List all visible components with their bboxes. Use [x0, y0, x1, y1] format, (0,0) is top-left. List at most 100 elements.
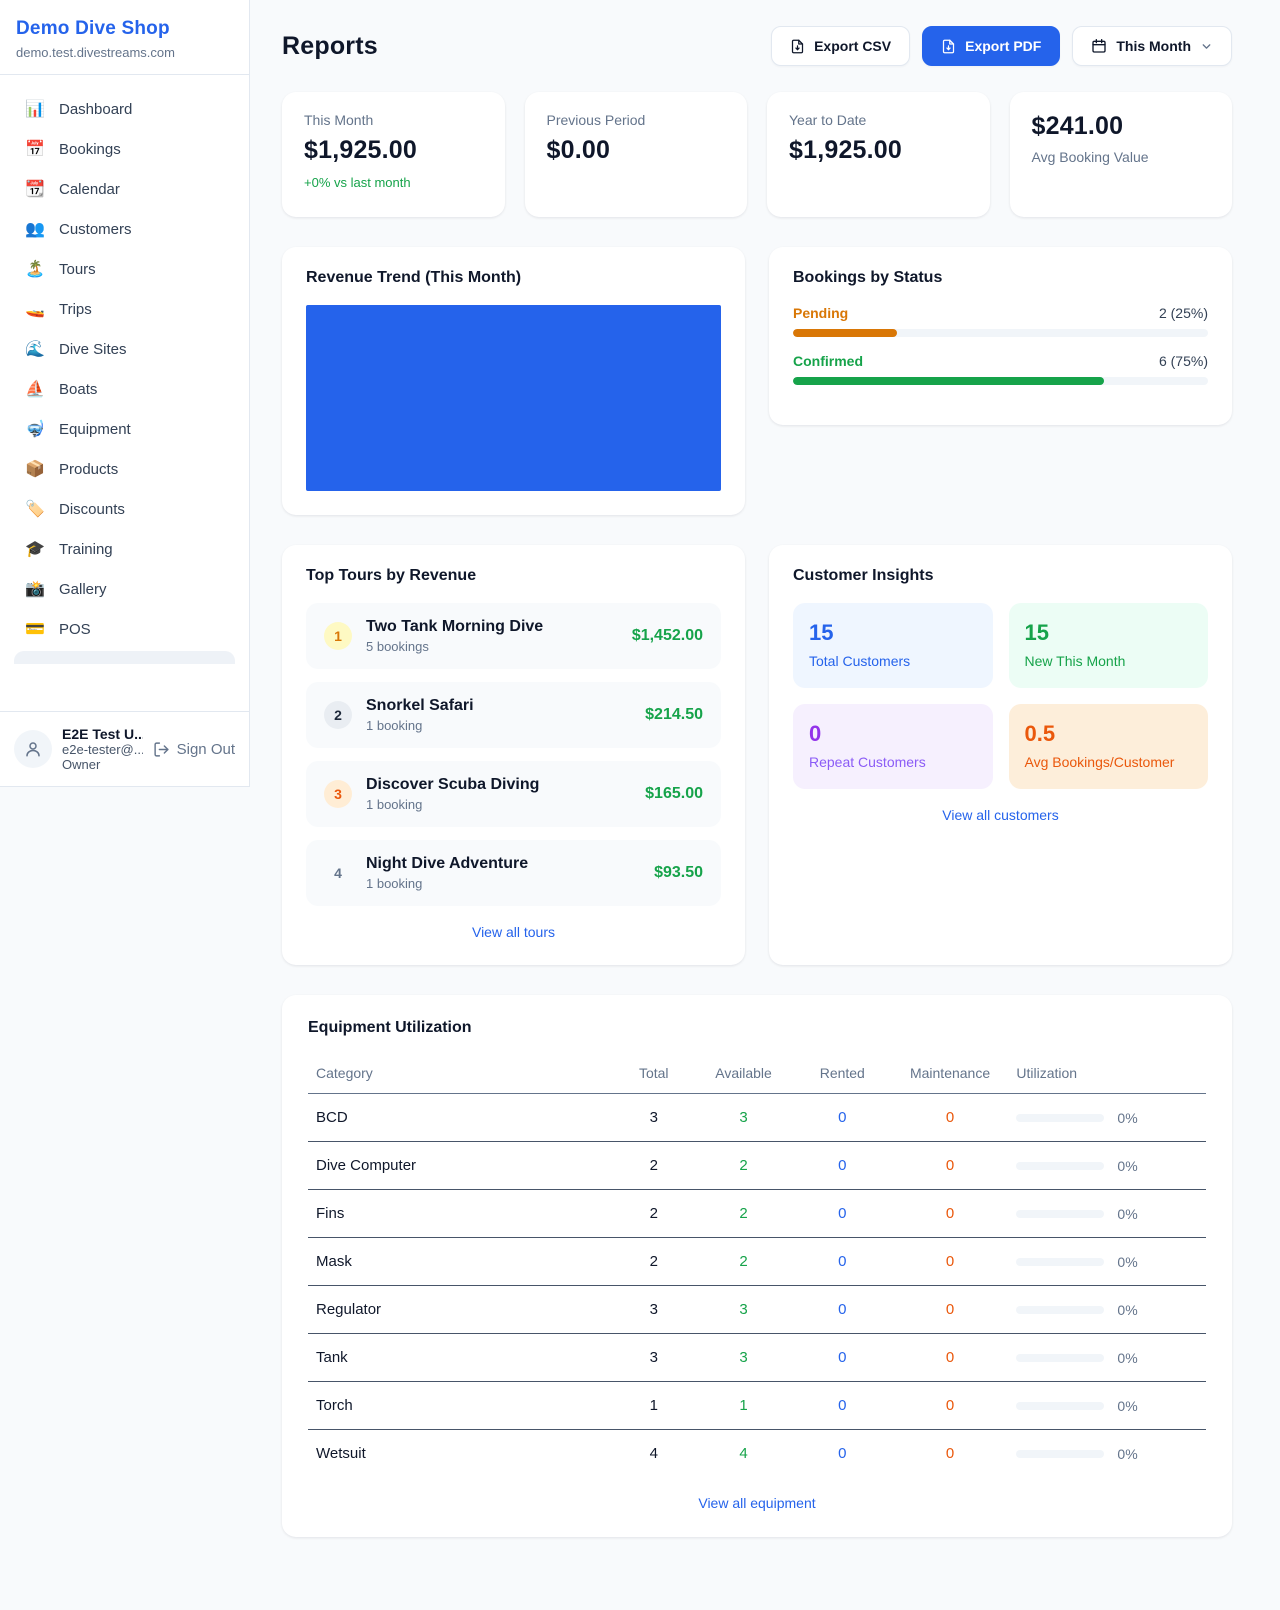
tour-amount: $214.50	[645, 706, 703, 724]
equipment-table: Category Total Available Rented Maintena…	[308, 1055, 1206, 1477]
col-header-available: Available	[694, 1055, 793, 1094]
tour-list-item: 3 Discover Scuba Diving 1 booking $165.0…	[306, 761, 721, 827]
bar-chart-icon: 📊	[24, 99, 46, 119]
user-avatar	[14, 730, 52, 768]
cell-total: 2	[613, 1142, 694, 1190]
sidebar-item-discounts[interactable]: 🏷️Discounts	[10, 489, 239, 529]
revenue-trend-title: Revenue Trend (This Month)	[306, 269, 721, 287]
view-all-tours-link[interactable]: View all tours	[306, 924, 721, 940]
cell-category: BCD	[308, 1094, 613, 1142]
cell-rented: 0	[793, 1382, 892, 1430]
sign-out-label: Sign Out	[177, 741, 235, 758]
insight-tile-repeat-customers: 0 Repeat Customers	[793, 704, 993, 789]
cell-maintenance: 0	[892, 1094, 1009, 1142]
sidebar-item-customers[interactable]: 👥Customers	[10, 209, 239, 249]
table-row: Wetsuit 4 4 0 0 0%	[308, 1430, 1206, 1478]
stat-label: Year to Date	[789, 112, 968, 128]
utilization-percent: 0%	[1117, 1302, 1137, 1318]
tour-bookings: 5 bookings	[366, 639, 543, 654]
sidebar-user-section: E2E Test U... e2e-tester@... Owner Sign …	[0, 711, 249, 786]
status-row-pending: Pending 2 (25%)	[793, 305, 1208, 337]
rank-badge: 3	[324, 780, 352, 808]
sidebar-item-dashboard[interactable]: 📊 Dashboard	[10, 89, 239, 129]
dive-mask-icon: 🤿	[24, 419, 46, 439]
utilization-percent: 0%	[1117, 1446, 1137, 1462]
status-label: Confirmed	[793, 353, 863, 369]
bookings-by-status-card: Bookings by Status Pending 2 (25%) Confi…	[769, 247, 1232, 425]
user-role: Owner	[62, 757, 143, 772]
sidebar-item-label: Dashboard	[59, 101, 132, 118]
tour-bookings: 1 booking	[366, 797, 539, 812]
top-tours-title: Top Tours by Revenue	[306, 567, 721, 585]
tour-list-item: 1 Two Tank Morning Dive 5 bookings $1,45…	[306, 603, 721, 669]
sidebar-item-dive-sites[interactable]: 🌊Dive Sites	[10, 329, 239, 369]
status-label: Pending	[793, 305, 848, 321]
cell-category: Mask	[308, 1238, 613, 1286]
col-header-total: Total	[613, 1055, 694, 1094]
sidebar-item-trips[interactable]: 🚤Trips	[10, 289, 239, 329]
sidebar-item-label: Equipment	[59, 421, 131, 438]
view-all-equipment-link[interactable]: View all equipment	[308, 1495, 1206, 1511]
utilization-cell: 0%	[1016, 1158, 1198, 1174]
insight-tile-avg-bookings: 0.5 Avg Bookings/Customer	[1009, 704, 1209, 789]
equipment-utilization-title: Equipment Utilization	[308, 1019, 1206, 1037]
sidebar-item-calendar[interactable]: 📆Calendar	[10, 169, 239, 209]
insight-tiles: 15 Total Customers 15 New This Month 0 R…	[793, 603, 1208, 789]
utilization-percent: 0%	[1117, 1350, 1137, 1366]
cell-rented: 0	[793, 1286, 892, 1334]
main-content: Reports Export CSV Export PDF This Month…	[250, 0, 1280, 1597]
utilization-cell: 0%	[1016, 1206, 1198, 1222]
stat-card-this-month: This Month $1,925.00 +0% vs last month	[282, 92, 505, 217]
sidebar-item-label: Trips	[59, 301, 92, 318]
chevron-down-icon	[1200, 40, 1213, 53]
sidebar-item-boats[interactable]: ⛵Boats	[10, 369, 239, 409]
sidebar-item-gallery[interactable]: 📸Gallery	[10, 569, 239, 609]
sidebar-item-equipment[interactable]: 🤿 Equipment	[10, 409, 239, 449]
stat-label: Avg Booking Value	[1032, 149, 1211, 165]
status-count: 6 (75%)	[1159, 353, 1208, 369]
island-icon: 🏝️	[24, 259, 46, 279]
cell-category: Dive Computer	[308, 1142, 613, 1190]
utilization-cell: 0%	[1016, 1110, 1198, 1126]
shop-name: Demo Dive Shop	[16, 18, 233, 40]
utilization-percent: 0%	[1117, 1206, 1137, 1222]
sidebar-item-partial[interactable]	[14, 651, 235, 664]
export-pdf-button[interactable]: Export PDF	[922, 26, 1060, 66]
col-header-maintenance: Maintenance	[892, 1055, 1009, 1094]
sailboat-icon: ⛵	[24, 379, 46, 399]
cell-maintenance: 0	[892, 1286, 1009, 1334]
cell-maintenance: 0	[892, 1142, 1009, 1190]
sign-out-button[interactable]: Sign Out	[153, 741, 235, 758]
period-selector[interactable]: This Month	[1072, 26, 1232, 66]
page-title: Reports	[282, 32, 378, 61]
view-all-customers-link[interactable]: View all customers	[793, 807, 1208, 823]
cell-total: 1	[613, 1382, 694, 1430]
table-row: BCD 3 3 0 0 0%	[308, 1094, 1206, 1142]
cell-total: 3	[613, 1286, 694, 1334]
tour-bookings: 1 booking	[366, 876, 528, 891]
revenue-trend-card: Revenue Trend (This Month)	[282, 247, 745, 515]
utilization-cell: 0%	[1016, 1398, 1198, 1414]
sidebar-item-products[interactable]: 📦Products	[10, 449, 239, 489]
file-download-icon	[941, 39, 956, 54]
export-csv-label: Export CSV	[814, 38, 891, 54]
cell-maintenance: 0	[892, 1334, 1009, 1382]
cell-rented: 0	[793, 1430, 892, 1478]
cell-available: 2	[694, 1142, 793, 1190]
sidebar-item-tours[interactable]: 🏝️Tours	[10, 249, 239, 289]
export-csv-button[interactable]: Export CSV	[771, 26, 910, 66]
insight-value: 0.5	[1025, 721, 1193, 747]
stat-delta: +0% vs last month	[304, 175, 483, 190]
insight-tile-new-this-month: 15 New This Month	[1009, 603, 1209, 688]
stat-value: $1,925.00	[789, 136, 968, 165]
sidebar-item-pos[interactable]: 💳POS	[10, 609, 239, 649]
period-label: This Month	[1116, 38, 1191, 54]
sidebar-item-training[interactable]: 🎓Training	[10, 529, 239, 569]
sidebar-item-bookings[interactable]: 📅Bookings	[10, 129, 239, 169]
progress-fill	[793, 329, 897, 337]
cell-total: 3	[613, 1334, 694, 1382]
insight-label: Repeat Customers	[809, 754, 977, 770]
progress-fill	[793, 377, 1104, 385]
sidebar-nav: 📊 Dashboard 📅Bookings 📆Calendar 👥Customer…	[0, 75, 249, 711]
stat-card-avg-booking-value: $241.00 Avg Booking Value	[1010, 92, 1233, 217]
